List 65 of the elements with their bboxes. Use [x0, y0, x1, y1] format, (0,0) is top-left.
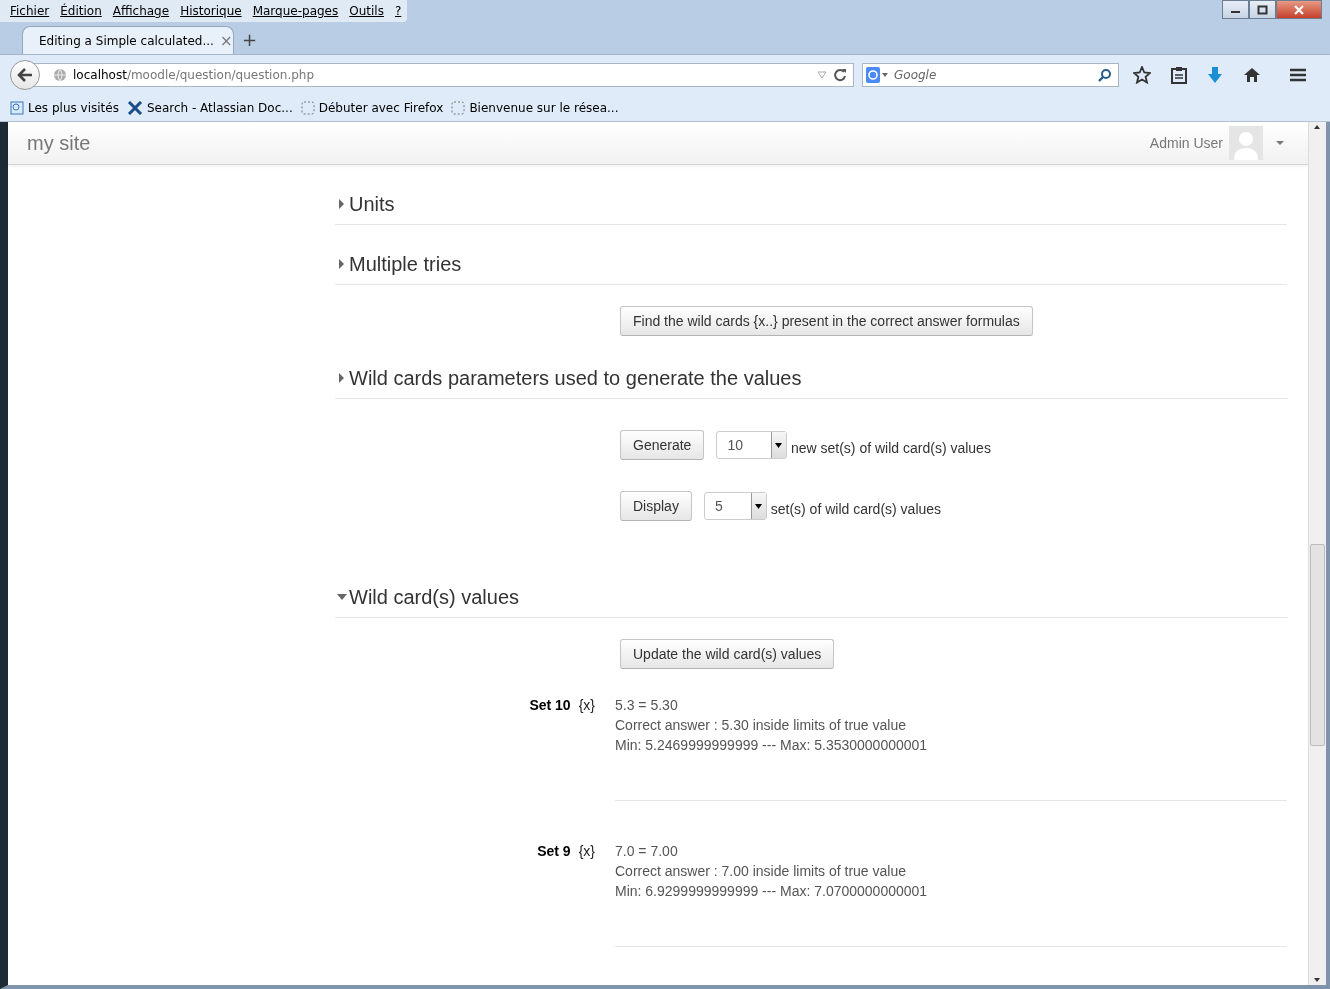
section-header[interactable]: Wild cards parameters used to generate the values — [335, 366, 1287, 399]
browser-tab[interactable]: Editing a Simple calculated... × — [22, 26, 234, 54]
star-icon[interactable] — [1133, 66, 1151, 84]
set-value-line: 5.3 = 5.30 — [615, 696, 679, 715]
bookmark-item[interactable]: Bienvenue sur le résea... — [451, 101, 619, 115]
bookmark-item[interactable]: Les plus visités — [10, 101, 119, 115]
scrollbar-thumb[interactable] — [1310, 544, 1325, 746]
menu-item[interactable]: Historique — [180, 2, 242, 22]
set-value-line: Correct answer : 7.00 inside limits of true value — [615, 862, 907, 881]
menu-item[interactable]: ? — [394, 2, 402, 22]
search-engine-icon[interactable] — [866, 67, 888, 83]
wildcard-label: {x} — [578, 696, 595, 715]
field-label: set(s) of wild card(s) values — [770, 501, 942, 517]
form-button[interactable]: Generate — [620, 430, 705, 460]
page-icon — [451, 101, 466, 115]
maximize-icon — [1256, 4, 1269, 15]
select-field[interactable]: 5 — [703, 492, 767, 520]
user-name[interactable]: Admin User — [1149, 135, 1223, 151]
tab-close-button[interactable]: × — [219, 31, 233, 50]
menu-icon[interactable] — [1289, 68, 1307, 82]
minimize-button[interactable] — [1222, 0, 1249, 19]
set-value-line: Min: 6.9299999999999 --- Max: 7.0700000000001 — [615, 882, 929, 901]
caret-icon — [755, 503, 763, 509]
form-button[interactable]: Display — [620, 491, 692, 521]
caret-icon[interactable] — [1275, 140, 1285, 146]
bookmark-item[interactable]: Débuter avec Firefox — [300, 101, 444, 115]
section-header[interactable]: Wild card(s) values — [335, 585, 1287, 618]
site-name[interactable]: my site — [27, 131, 1150, 155]
menu-item[interactable]: Affichage — [112, 2, 170, 22]
download-icon[interactable] — [1207, 66, 1223, 84]
set-label: Set 10 — [529, 696, 571, 715]
close-button[interactable] — [1276, 0, 1322, 19]
field-label: new set(s) of wild card(s) values — [790, 440, 991, 456]
close-icon — [1293, 4, 1305, 15]
clipboard-icon[interactable] — [1171, 66, 1187, 84]
cross-icon — [126, 101, 143, 115]
globe-icon — [53, 68, 67, 82]
new-tab-button[interactable]: + — [242, 29, 258, 54]
address-bar[interactable]: localhost/moodle/question/question.php — [34, 63, 854, 87]
select-field[interactable]: 10 — [716, 431, 787, 459]
section-header[interactable]: Units — [335, 192, 1287, 225]
menu-item[interactable]: Outils — [349, 2, 384, 22]
menu-item[interactable]: Marque-pages — [252, 2, 339, 22]
back-button[interactable] — [10, 60, 40, 90]
menu-item[interactable]: Édition — [60, 2, 102, 22]
menu-item[interactable]: Fichier — [10, 2, 50, 22]
back-arrow-icon — [17, 68, 33, 82]
page-icon — [300, 101, 315, 115]
bookmark-item[interactable]: Search - Atlassian Doc... — [126, 101, 293, 115]
folder-icon — [10, 101, 24, 115]
search-bar[interactable]: Google — [862, 63, 1119, 87]
caret-icon — [775, 442, 783, 448]
reload-icon[interactable] — [833, 68, 847, 82]
scrollbar[interactable] — [1308, 122, 1326, 985]
form-button[interactable]: Find the wild cards {x..} present in the correct answer formulas — [620, 306, 1033, 336]
set-value-line: Correct answer : 5.30 inside limits of true value — [615, 716, 907, 735]
home-icon[interactable] — [1243, 67, 1261, 83]
section-header[interactable]: Multiple tries — [335, 252, 1287, 285]
search-icon[interactable] — [1098, 68, 1112, 82]
set-value-line: Min: 5.2469999999999 --- Max: 5.3530000000001 — [615, 736, 929, 755]
set-value-line: 7.0 = 7.00 — [615, 842, 679, 861]
wildcard-label: {x} — [578, 842, 595, 861]
set-label: Set 9 — [537, 842, 571, 861]
maximize-button[interactable] — [1249, 0, 1276, 19]
form-button[interactable]: Update the wild card(s) values — [620, 639, 835, 669]
